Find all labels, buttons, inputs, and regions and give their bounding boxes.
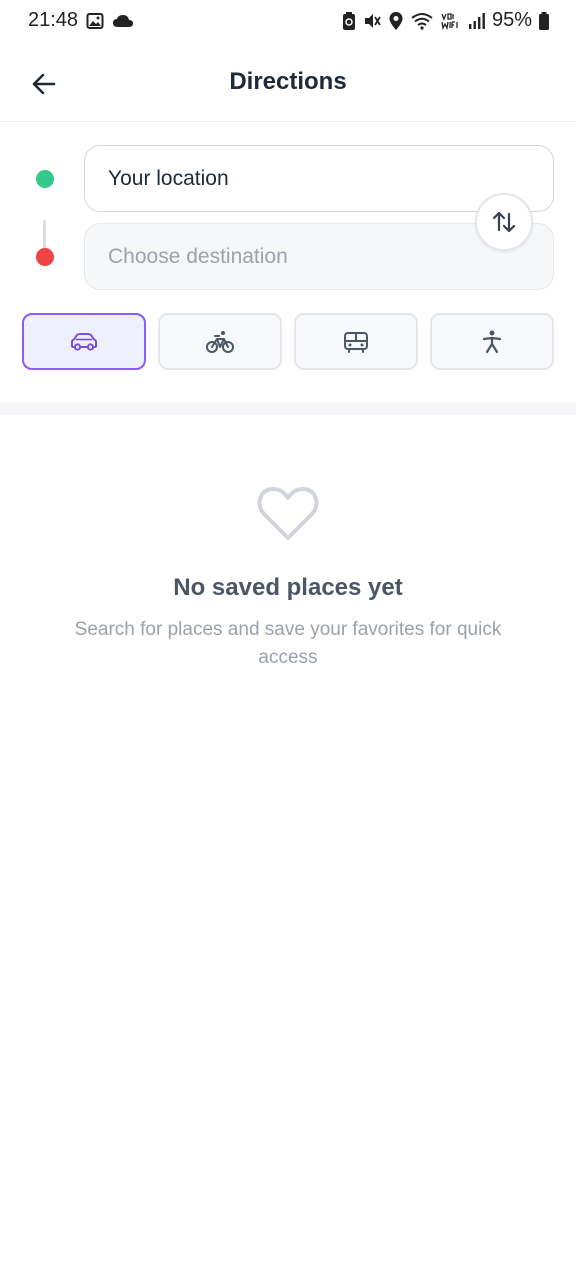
- route-connector-line: [43, 220, 46, 248]
- mode-car-button[interactable]: [22, 313, 146, 370]
- battery-saver-icon: [342, 11, 356, 31]
- battery-percent: 95%: [491, 9, 532, 31]
- mode-bicycle-button[interactable]: [158, 313, 282, 370]
- app-bar: Directions: [0, 44, 576, 122]
- volte-wifi-icon: [440, 11, 462, 31]
- route-panel: Your location Choose destination: [0, 122, 576, 402]
- section-divider: [0, 402, 576, 414]
- travel-mode-selector: [22, 313, 554, 370]
- signal-icon: [468, 12, 486, 30]
- swap-button[interactable]: [475, 193, 533, 251]
- wifi-icon: [410, 12, 434, 30]
- image-icon: [86, 12, 104, 30]
- mode-bus-button[interactable]: [294, 313, 418, 370]
- status-bar: 21:48 95%: [0, 0, 576, 44]
- heart-icon: [256, 484, 320, 544]
- status-time: 21:48: [28, 9, 79, 31]
- mode-walk-button[interactable]: [430, 313, 554, 370]
- mute-icon: [362, 11, 382, 31]
- destination-dot: [36, 248, 54, 266]
- battery-icon: [538, 11, 550, 31]
- empty-state-subtitle: Search for places and save your favorite…: [74, 619, 502, 668]
- cloud-icon: [112, 13, 134, 29]
- bicycle-icon: [205, 329, 235, 355]
- car-icon: [69, 331, 99, 353]
- page-title: Directions: [229, 68, 347, 95]
- swap-vertical-icon: [490, 208, 518, 236]
- walk-icon: [480, 329, 504, 355]
- bus-icon: [342, 330, 370, 354]
- location-icon: [388, 11, 404, 31]
- empty-state: No saved places yet Search for places an…: [0, 414, 576, 714]
- empty-state-title: No saved places yet: [173, 574, 403, 601]
- origin-dot: [36, 170, 54, 188]
